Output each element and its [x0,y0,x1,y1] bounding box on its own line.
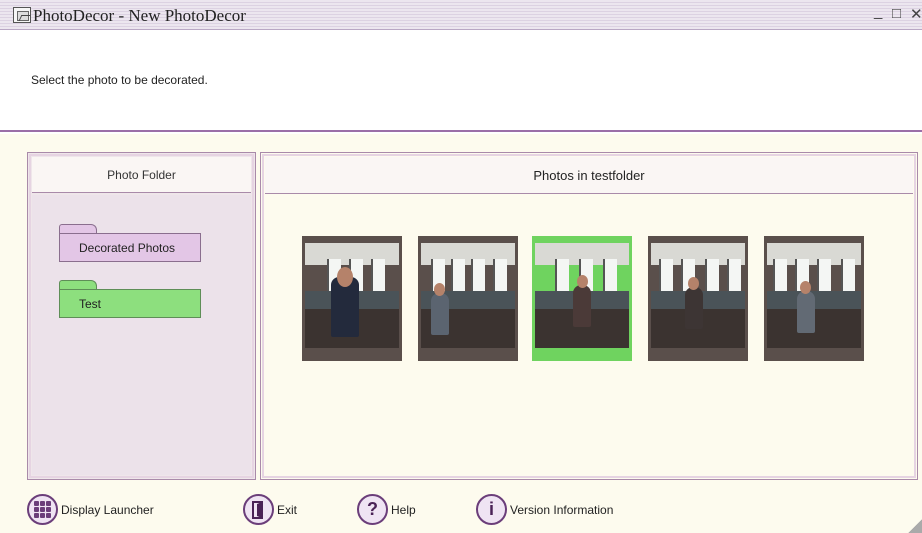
photo-folder-header: Photo Folder [32,157,251,193]
folder-label: Decorated Photos [59,233,201,262]
minimize-button[interactable]: _ [874,3,882,20]
version-information-button[interactable]: i Version Information [476,494,613,525]
photo-image [305,243,399,348]
display-launcher-button[interactable]: Display Launcher [27,494,154,525]
resize-grip[interactable] [908,519,922,533]
photos-panel-header: Photos in testfolder [265,157,913,194]
exit-label: Exit [277,502,298,517]
exit-door-icon [243,494,274,525]
window-title: PhotoDecor - New PhotoDecor [33,6,246,25]
photo-thumbnail-3[interactable] [532,236,632,361]
photo-image [421,243,515,348]
photo-image [767,243,861,348]
help-button[interactable]: ? Help [357,494,416,525]
photo-thumbnail-2[interactable] [418,236,518,361]
version-information-label: Version Information [510,502,614,517]
folder-label: Test [59,289,201,318]
help-label: Help [391,502,416,517]
display-launcher-label: Display Launcher [61,502,154,517]
photo-thumbnail-1[interactable] [302,236,402,361]
instruction-text: Select the photo to be decorated. [31,73,208,87]
photo-thumbnail-4[interactable] [648,236,748,361]
close-button[interactable]: ✕ [910,5,922,23]
app-photo-icon [13,7,31,23]
photo-image [651,243,745,348]
maximize-button[interactable]: □ [892,5,901,22]
exit-button[interactable]: Exit [243,494,297,525]
info-icon: i [476,494,507,525]
grid-icon [27,494,58,525]
photo-thumbnail-5[interactable] [764,236,864,361]
title-bar: PhotoDecor - New PhotoDecor _ □ ✕ [0,0,922,30]
help-question-icon: ? [357,494,388,525]
photo-image [535,243,629,348]
